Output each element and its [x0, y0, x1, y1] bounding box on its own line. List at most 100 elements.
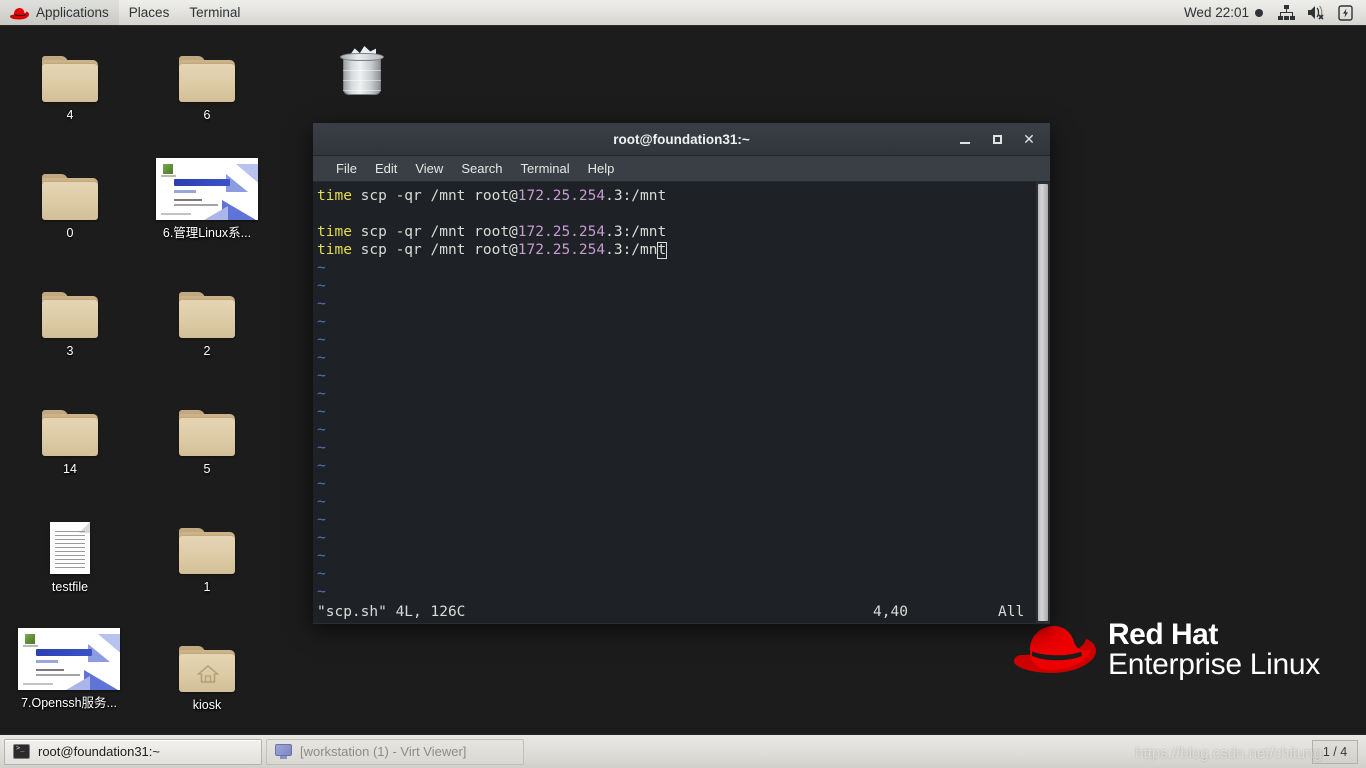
terminal-window[interactable]: root@foundation31:~ ✕ File Edit View Sea… — [313, 123, 1050, 624]
vim-cursor-position: 4,40 — [873, 604, 908, 620]
menu-edit[interactable]: Edit — [366, 156, 406, 181]
desktop-icon-folder-0[interactable]: 0 — [18, 158, 122, 241]
desktop-icon-kiosk[interactable]: kiosk — [155, 630, 259, 713]
vim-empty-line-marker: ~ — [317, 350, 326, 366]
desktop-icon-label: 2 — [203, 344, 211, 358]
vim-empty-line-marker: ~ — [317, 440, 326, 456]
brand-line-1: Red Hat — [1108, 618, 1218, 651]
battery-icon[interactable] — [1333, 4, 1358, 21]
menu-applications-label: Applications — [36, 5, 109, 20]
terminal-screen[interactable]: time scp -qr /mnt root@172.25.254.3:/mnt… — [313, 182, 1050, 623]
vim-status-line: "scp.sh" 4L, 126C 4,40 All — [313, 603, 1050, 623]
desktop-icon-presentation-7[interactable]: 7.Openssh服务... — [14, 624, 124, 711]
menu-terminal[interactable]: Terminal — [179, 0, 250, 25]
window-controls: ✕ — [950, 123, 1044, 156]
taskbar-item-terminal[interactable]: >_ root@foundation31:~ — [4, 738, 262, 765]
desktop-icon-label: 7.Openssh服务... — [21, 696, 117, 710]
panel-menu-group: Applications Places Terminal — [0, 0, 250, 25]
menu-terminal[interactable]: Terminal — [512, 156, 579, 181]
workspace-switcher[interactable]: 1 / 4 — [1312, 739, 1358, 764]
vim-empty-line-marker: ~ — [317, 494, 326, 510]
menu-terminal-label: Terminal — [189, 5, 241, 20]
top-panel: Applications Places Terminal Wed 22:01 — [0, 0, 1366, 26]
vim-empty-line-marker: ~ — [317, 530, 326, 546]
menu-view[interactable]: View — [406, 156, 452, 181]
vim-empty-line-marker: ~ — [317, 332, 326, 348]
terminal-token: scp -qr /mnt root@ — [351, 242, 518, 258]
vim-empty-line-marker: ~ — [317, 260, 326, 276]
taskbar-item-virt-viewer[interactable]: [workstation (1) - Virt Viewer] — [266, 738, 524, 765]
close-button[interactable]: ✕ — [1014, 127, 1044, 153]
vim-empty-line-marker: ~ — [317, 476, 326, 492]
terminal-titlebar[interactable]: root@foundation31:~ ✕ — [313, 123, 1050, 156]
terminal-token: .3:/mn — [605, 242, 658, 258]
desktop-icon-label: 4 — [66, 108, 74, 122]
vim-scroll-indicator: All — [998, 604, 1025, 620]
house-icon — [197, 665, 219, 683]
scrollbar-thumb[interactable] — [1038, 184, 1048, 621]
terminal-text-buffer: time scp -qr /mnt root@172.25.254.3:/mnt… — [317, 187, 1050, 601]
desktop-icon-folder-6[interactable]: 6 — [155, 40, 259, 123]
desktop-icon-label: 3 — [66, 344, 74, 358]
presentation-thumbnail-icon — [156, 154, 258, 220]
terminal-scrollbar[interactable] — [1036, 182, 1050, 623]
menu-places[interactable]: Places — [119, 0, 180, 25]
folder-icon — [179, 394, 235, 456]
menu-places-label: Places — [128, 5, 170, 20]
desktop-icon-folder-3[interactable]: 3 — [18, 276, 122, 359]
vim-empty-line-marker: ~ — [317, 566, 326, 582]
vim-empty-line-marker: ~ — [317, 422, 326, 438]
desktop-icon-folder-4[interactable]: 4 — [18, 40, 122, 123]
clock-button[interactable]: Wed 22:01 — [1176, 5, 1271, 20]
desktop-icon-folder-5[interactable]: 5 — [155, 394, 259, 477]
desktop-icon-testfile[interactable]: testfile — [18, 512, 122, 595]
desktop-icon-trash[interactable] — [310, 34, 414, 96]
vim-file-info: "scp.sh" 4L, 126C — [317, 604, 466, 620]
folder-icon — [179, 512, 235, 574]
desktop-icon-label: testfile — [51, 580, 89, 594]
terminal-line: time scp -qr /mnt root@172.25.254.3:/mnt — [317, 223, 1050, 241]
notification-dot-icon — [1255, 8, 1263, 17]
home-folder-icon — [179, 630, 235, 692]
desktop-icon-label: 6 — [203, 108, 211, 122]
desktop-area[interactable]: 4 6 0 6.管理Linux系... 3 2 14 5 testfile 1 … — [0, 26, 1366, 734]
terminal-icon: >_ — [13, 744, 30, 759]
trash-lip — [340, 53, 384, 61]
redhat-fedora-icon — [10, 6, 30, 20]
desktop-icon-label: 0 — [66, 226, 74, 240]
document-icon — [50, 512, 90, 574]
menu-help[interactable]: Help — [579, 156, 624, 181]
desktop-icon-folder-1[interactable]: 1 — [155, 512, 259, 595]
terminal-line: time scp -qr /mnt root@172.25.254.3:/mnt — [317, 241, 1050, 259]
menu-file[interactable]: File — [327, 156, 366, 181]
vim-empty-line-marker: ~ — [317, 548, 326, 564]
display-icon — [275, 744, 292, 759]
vim-empty-line-marker: ~ — [317, 584, 326, 600]
volume-muted-icon[interactable] — [1302, 5, 1331, 20]
menu-search[interactable]: Search — [452, 156, 511, 181]
vim-empty-line-marker: ~ — [317, 386, 326, 402]
rhel-brand-text: Red Hat Enterprise Linux — [1108, 620, 1320, 680]
vim-empty-line-marker: ~ — [317, 458, 326, 474]
taskbar-item-label: root@foundation31:~ — [38, 744, 160, 759]
vim-empty-line-marker: ~ — [317, 278, 326, 294]
desktop-icon-folder-14[interactable]: 14 — [18, 394, 122, 477]
terminal-token: time — [317, 188, 352, 204]
menu-applications[interactable]: Applications — [0, 0, 119, 25]
minimize-button[interactable] — [950, 127, 980, 153]
folder-icon — [42, 394, 98, 456]
desktop-icon-label: 6.管理Linux系... — [162, 226, 252, 240]
terminal-title: root@foundation31:~ — [613, 131, 750, 147]
folder-icon — [42, 276, 98, 338]
terminal-token: .3:/mnt — [605, 188, 667, 204]
desktop-icon-presentation-6[interactable]: 6.管理Linux系... — [152, 154, 262, 241]
panel-tray: Wed 22:01 — [1176, 0, 1366, 25]
terminal-menubar: File Edit View Search Terminal Help — [313, 156, 1050, 182]
vim-empty-line-marker: ~ — [317, 368, 326, 384]
network-icon[interactable] — [1273, 5, 1300, 20]
folder-icon — [42, 40, 98, 102]
desktop-icon-folder-2[interactable]: 2 — [155, 276, 259, 359]
terminal-token: time — [317, 242, 352, 258]
maximize-button[interactable] — [982, 127, 1012, 153]
